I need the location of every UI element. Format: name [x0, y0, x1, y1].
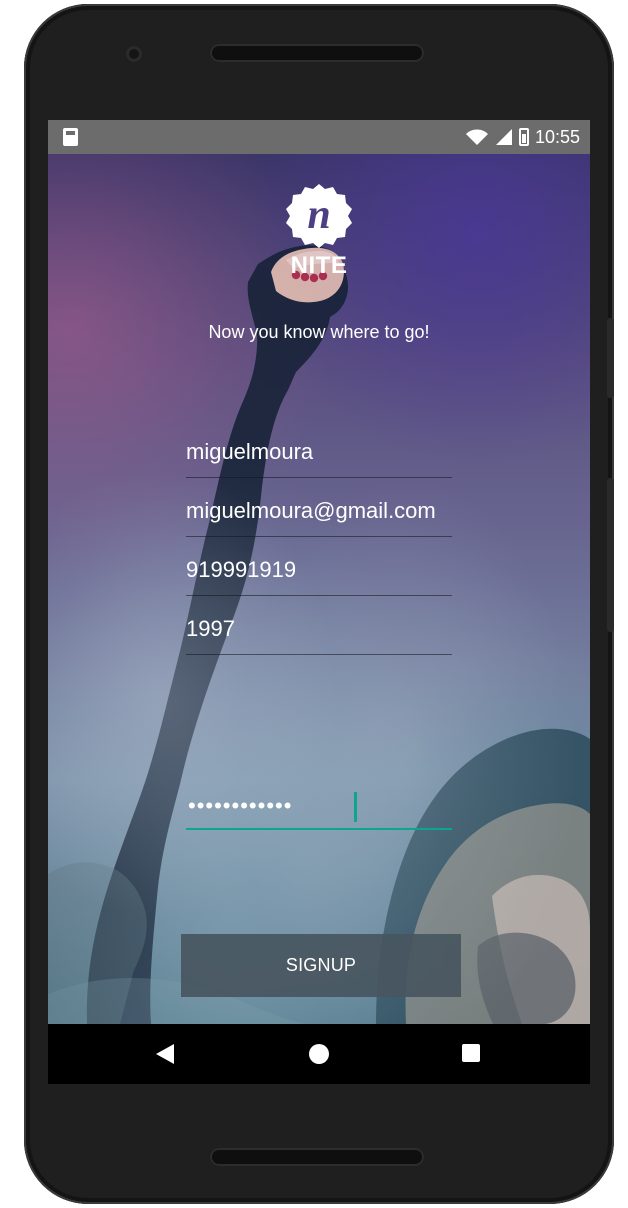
text-cursor: [354, 792, 357, 822]
wifi-icon: [465, 129, 488, 145]
status-icons: 10:55: [465, 127, 580, 147]
nite-logo-badge: n: [286, 184, 352, 248]
app-tagline: Now you know where to go!: [208, 322, 430, 342]
sd-card-icon: [63, 128, 78, 146]
year-value[interactable]: 1997: [186, 613, 452, 645]
app-brand: NITE: [290, 252, 348, 279]
status-bar: 10:55: [48, 120, 590, 154]
device-screen: 10:55 n NITE Now you know where to go! m…: [48, 120, 590, 1084]
password-value[interactable]: ••••••••••••: [188, 790, 292, 822]
email-field[interactable]: miguelmoura@gmail.com: [186, 495, 452, 537]
power-button: [607, 318, 614, 398]
front-camera: [126, 46, 142, 62]
password-underline: [186, 828, 452, 830]
phone-field[interactable]: 919991919: [186, 554, 452, 596]
bottom-speaker: [210, 1148, 424, 1166]
email-value[interactable]: miguelmoura@gmail.com: [186, 495, 452, 527]
status-time: 10:55: [534, 127, 580, 147]
year-underline: [186, 654, 452, 655]
volume-button: [607, 478, 614, 632]
username-field[interactable]: miguelmoura: [186, 436, 452, 478]
signal-icon: [495, 129, 512, 145]
signup-button[interactable]: SIGNUP: [181, 934, 461, 997]
password-field[interactable]: ••••••••••••: [186, 790, 452, 830]
username-value[interactable]: miguelmoura: [186, 436, 452, 468]
year-field[interactable]: 1997: [186, 613, 452, 655]
email-underline: [186, 536, 452, 537]
username-underline: [186, 477, 452, 478]
signup-screen: n NITE Now you know where to go! miguelm…: [48, 154, 590, 1024]
phone-underline: [186, 595, 452, 596]
phone-value[interactable]: 919991919: [186, 554, 452, 586]
top-speaker: [210, 44, 424, 62]
home-icon[interactable]: [309, 1044, 329, 1064]
back-icon[interactable]: [156, 1044, 174, 1064]
battery-icon: [518, 128, 529, 146]
logo-glyph: n: [307, 192, 330, 238]
phone-frame: 10:55 n NITE Now you know where to go! m…: [24, 4, 614, 1204]
recents-icon[interactable]: [462, 1044, 480, 1062]
navigation-bar: [48, 1024, 590, 1084]
